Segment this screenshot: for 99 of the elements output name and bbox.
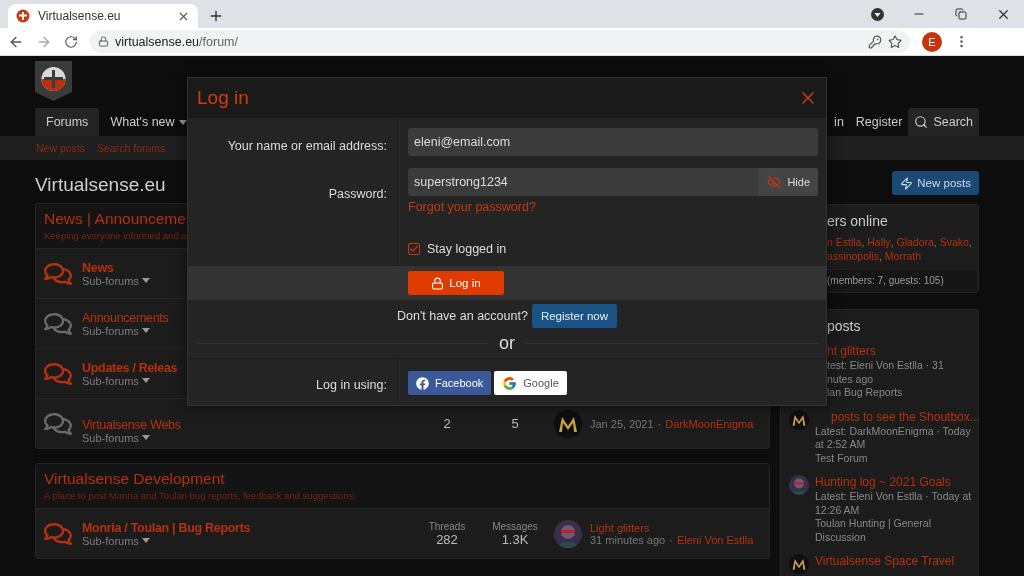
search-icon: [914, 115, 929, 129]
address-bar[interactable]: virtualsense.eu/forum/: [90, 30, 910, 53]
field-label: Your name or email address:: [227, 139, 387, 153]
separator-dot: ·: [657, 417, 662, 430]
category-title[interactable]: Virtualsense Development: [44, 470, 761, 488]
star-icon[interactable]: [888, 34, 902, 49]
post-title-link[interactable]: Virtualsense Space Travel: [815, 554, 955, 568]
subforums-dropdown[interactable]: Sub-forums: [82, 534, 150, 547]
page-title: Virtualsense.eu: [35, 173, 166, 197]
post-meta: Discussion: [815, 530, 866, 544]
post-meta: Latest: Eleni Von Estlla · Today at: [815, 490, 972, 504]
message-count: 1.3K: [501, 531, 529, 547]
post-meta: nutes ago: [827, 372, 874, 386]
social-login-button[interactable]: Facebook: [408, 371, 492, 395]
caret-icon: [141, 538, 150, 543]
key-icon[interactable]: [868, 34, 882, 49]
category-description: Keeping everyone informed and a: [44, 230, 188, 241]
name-separator: ,: [968, 236, 972, 248]
username-link[interactable]: DarkMoonEnigma: [665, 417, 754, 430]
post-title-link[interactable]: ht glitters: [827, 344, 876, 358]
forgot-password-link[interactable]: Forgot your password?: [408, 200, 536, 214]
card-title: posts: [826, 317, 862, 336]
site-logo[interactable]: [35, 61, 72, 101]
checkbox-label[interactable]: Stay logged in: [427, 242, 507, 256]
social-login-button[interactable]: Google: [494, 371, 567, 395]
post-title-link[interactable]: posts to see the Shoutbox...: [831, 409, 980, 424]
checkbox[interactable]: [408, 243, 420, 255]
search-tab[interactable]: Search: [908, 108, 979, 136]
subforums-dropdown[interactable]: Sub-forums: [82, 274, 150, 287]
forum-title-link[interactable]: Announcements: [82, 310, 169, 325]
message-count: 5: [511, 416, 519, 431]
lock-icon: [98, 36, 109, 47]
site-favicon-icon: [16, 9, 30, 23]
username-link[interactable]: Hally: [867, 236, 891, 248]
forum-title-link[interactable]: News: [82, 260, 114, 275]
post-meta: at 2:52 AM: [815, 438, 866, 452]
google-icon: [502, 375, 518, 391]
forum-title-link[interactable]: Updates / Releas: [82, 360, 178, 375]
name-separator: ,: [878, 250, 882, 262]
lock-icon: [431, 276, 445, 290]
username-link[interactable]: Svako: [939, 236, 969, 248]
profile-avatar[interactable]: E: [922, 31, 942, 52]
nav-tab[interactable]: Forums: [35, 108, 100, 136]
thread-count: 282: [436, 531, 458, 547]
nav-link[interactable]: in: [828, 108, 850, 136]
post-meta: lan Bug Reports: [827, 386, 903, 400]
caret-icon: [141, 328, 150, 333]
name-separator: ,: [933, 236, 937, 248]
tab-title: Virtualsense.eu: [38, 9, 122, 23]
browser-tab[interactable]: Virtualsense.eu: [8, 4, 198, 28]
url-text: virtualsense.eu/forum/: [115, 34, 239, 49]
username-link[interactable]: Morrath: [884, 250, 921, 262]
post-date: Jan 25, 2021: [590, 417, 654, 430]
forum-title-link[interactable]: Monria / Toulan | Bug Reports: [82, 520, 251, 535]
lightning-icon: [900, 176, 914, 190]
post-meta: 12:26 AM: [815, 503, 860, 517]
name-separator: ,: [890, 236, 894, 248]
caret-icon: [141, 378, 150, 383]
category-description: A place to post Monria and Toulan bug reports, feedback and suggestions.: [44, 490, 357, 501]
field-label: Password:: [328, 187, 387, 201]
register-button[interactable]: Register now: [531, 304, 618, 328]
login-button[interactable]: Log in: [408, 271, 504, 295]
post-date: 31 minutes ago: [590, 533, 666, 546]
field-label: Log in using:: [316, 378, 387, 392]
eye-off-icon: [767, 175, 782, 189]
facebook-icon: [416, 376, 429, 390]
nav-link[interactable]: Register: [849, 108, 909, 136]
card-title: ers online: [826, 212, 889, 231]
restore-icon[interactable]: [955, 8, 967, 20]
dialog-title: Log in: [197, 87, 249, 109]
password-input[interactable]: superstrong1234 Hide: [408, 168, 818, 196]
post-title-link[interactable]: Hunting log ~ 2021 Goals: [815, 475, 951, 489]
new-posts-button[interactable]: New posts: [892, 171, 979, 195]
forum-title-link[interactable]: Virtualsense Webs: [82, 417, 181, 432]
subforums-dropdown[interactable]: Sub-forums: [82, 374, 150, 387]
post-meta: Test Forum: [815, 451, 868, 465]
thread-count: 2: [443, 416, 451, 431]
profile-menu-icon[interactable]: [870, 7, 884, 21]
separator-dot: ·: [669, 533, 673, 546]
post-meta: test: Eleni Von Estlla · 31: [827, 359, 944, 373]
last-post-link[interactable]: Light glitters: [590, 521, 754, 534]
name-separator: ,: [861, 236, 865, 248]
username-link[interactable]: assinopolis: [827, 250, 879, 262]
username-link[interactable]: Eleni Von Estlla: [676, 533, 754, 546]
post-meta: Latest: DarkMoonEnigma · Today: [815, 424, 971, 438]
post-meta: Toulan Hunting | General: [815, 517, 931, 531]
username-link[interactable]: Gladora: [896, 236, 934, 248]
stat-label: Threads: [428, 520, 466, 532]
subforums-dropdown[interactable]: Sub-forums: [82, 324, 150, 337]
reload-icon[interactable]: [64, 34, 78, 49]
subforums-dropdown[interactable]: Sub-forums: [82, 431, 150, 444]
or-text: or: [499, 332, 515, 354]
hide-password-button[interactable]: Hide: [759, 168, 818, 196]
stat-label: Messages: [492, 520, 538, 532]
caret-icon: [141, 278, 150, 283]
caret-icon: [141, 435, 150, 440]
new-tab-icon[interactable]: [208, 8, 224, 24]
email-input[interactable]: eleni@email.com: [408, 128, 818, 156]
register-prompt: Don't have an account?: [396, 309, 528, 323]
